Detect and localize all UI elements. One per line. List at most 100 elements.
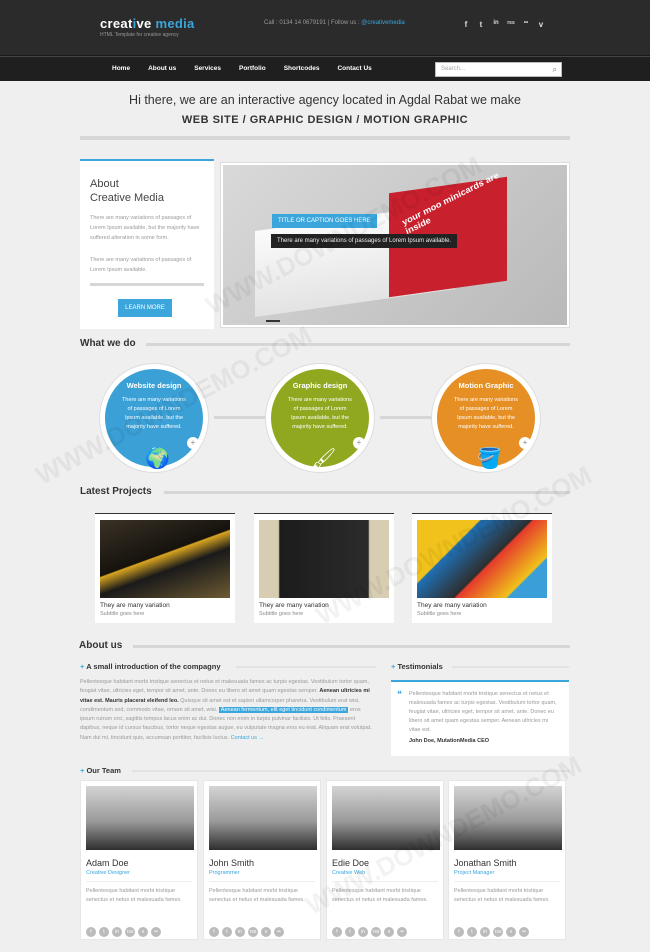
nav-services[interactable]: Services [194, 65, 221, 72]
service-text: There are many variations of passages of… [288, 397, 352, 430]
flickr-icon[interactable]: •• [397, 927, 407, 937]
contact-us-link[interactable]: Contact us → [231, 735, 264, 741]
slider-dot[interactable] [249, 320, 263, 322]
vimeo-icon[interactable]: v [384, 927, 394, 937]
globe-icon: 🌍 [145, 448, 170, 470]
service-text: There are many variations of passages of… [454, 397, 518, 430]
testimonial-author: John Doe, MutationMedia CEO [409, 738, 490, 744]
flickr-icon[interactable]: •• [522, 20, 530, 29]
team-underline [132, 770, 570, 772]
vimeo-icon[interactable]: v [138, 927, 148, 937]
about-box-divider [90, 283, 204, 286]
linkedin-icon[interactable]: in [358, 927, 368, 937]
nav-home[interactable]: Home [112, 65, 130, 72]
member-role: Programmer [209, 870, 315, 882]
testimonial-text: Pellentesque habitant morbi tristique se… [409, 691, 557, 733]
linkedin-icon[interactable]: in [112, 927, 122, 937]
top-bar: creative media HTML Template for creativ… [0, 0, 650, 56]
project-title[interactable]: They are many variation [417, 602, 547, 609]
flickr-icon[interactable]: •• [274, 927, 284, 937]
slider-dot-active[interactable] [266, 320, 280, 322]
project-thumbnail[interactable] [100, 520, 230, 598]
intro-text: Pellentesque habitant morbi tristique se… [80, 679, 372, 741]
project-title[interactable]: They are many variation [100, 602, 230, 609]
highlight-text: Aenean fermentum, elit eget tincidunt co… [218, 706, 349, 713]
facebook-icon[interactable]: f [454, 927, 464, 937]
plus-icon[interactable]: + [353, 437, 365, 449]
service-title: Motion Graphic [458, 381, 514, 390]
divider [80, 136, 570, 140]
twitter-icon[interactable]: t [477, 20, 485, 29]
team-member-card[interactable]: John Smith Programmer Pellentesque habit… [203, 780, 321, 940]
facebook-icon[interactable]: f [462, 20, 470, 29]
twitter-handle-link[interactable]: @creativemedia [361, 20, 404, 26]
circle-connector [214, 416, 268, 419]
rss-icon[interactable]: rss [371, 927, 381, 937]
learn-more-button[interactable]: LEARN MORE [118, 299, 172, 317]
logo[interactable]: creative media [100, 16, 195, 31]
member-bio: Pellentesque habitant morbi tristique se… [209, 888, 305, 903]
what-we-do-title: What we do [80, 338, 136, 349]
contact-info: Call : 0134 14 0679191 | Follow us : @cr… [264, 20, 405, 26]
testimonials-heading: + Testimonials [391, 662, 443, 671]
team-member-card[interactable]: Adam Doe Creative Designer Pellentesque … [80, 780, 198, 940]
slider-pagination [232, 320, 280, 322]
nav-contact[interactable]: Contact Us [337, 65, 371, 72]
nav-shortcodes[interactable]: Shortcodes [284, 65, 320, 72]
latest-projects-title: Latest Projects [80, 486, 152, 497]
about-box-text-2: There are many variations of passages of… [90, 257, 192, 273]
flickr-icon[interactable]: •• [519, 927, 529, 937]
twitter-icon[interactable]: t [99, 927, 109, 937]
testimonial-box: ❝ Pellentesque habitant morbi tristique … [391, 680, 569, 756]
paint-bucket-icon: 🪣 [477, 448, 502, 470]
social-links: f t in rss •• v [462, 20, 545, 29]
team-heading: + Our Team [80, 766, 121, 775]
section-divider [133, 645, 570, 648]
nav-about[interactable]: About us [148, 65, 176, 72]
service-motion-graphic[interactable]: Motion Graphic There are many variations… [432, 364, 540, 472]
twitter-icon[interactable]: t [345, 927, 355, 937]
service-title: Graphic design [292, 381, 348, 390]
member-role: Project Manager [454, 870, 560, 882]
tagline: HTML Template for creative agency [100, 32, 179, 38]
member-name: Jonathan Smith [454, 858, 517, 868]
plus-icon[interactable]: + [519, 437, 531, 449]
service-graphic-design[interactable]: Graphic design There are many variations… [266, 364, 374, 472]
project-card[interactable]: They are many variation Subtitle goes he… [95, 513, 235, 623]
member-social-icons: f t in rss v •• [332, 927, 407, 937]
rss-icon[interactable]: rss [493, 927, 503, 937]
twitter-icon[interactable]: t [467, 927, 477, 937]
logo-part-4: media [155, 16, 195, 31]
vimeo-icon[interactable]: v [537, 20, 545, 29]
testimonials-underline [452, 666, 569, 668]
member-bio: Pellentesque habitant morbi tristique se… [86, 888, 182, 903]
rss-icon[interactable]: rss [507, 20, 515, 29]
facebook-icon[interactable]: f [209, 927, 219, 937]
slider-dot[interactable] [232, 320, 246, 322]
facebook-icon[interactable]: f [86, 927, 96, 937]
brushes-icon: 🖌 [311, 448, 337, 470]
linkedin-icon[interactable]: in [480, 927, 490, 937]
member-social-icons: f t in rss v •• [86, 927, 161, 937]
vimeo-icon[interactable]: v [506, 927, 516, 937]
rss-icon[interactable]: rss [125, 927, 135, 937]
about-us-title: About us [79, 640, 123, 651]
member-role: Creative Designer [86, 870, 192, 882]
vimeo-icon[interactable]: v [261, 927, 271, 937]
contact-text: Call : 0134 14 0679191 | Follow us : [264, 20, 362, 26]
main-menu: Home About us Services Portfolio Shortco… [112, 65, 390, 72]
nav-portfolio[interactable]: Portfolio [239, 65, 266, 72]
linkedin-icon[interactable]: in [492, 20, 500, 29]
brand-name: MiniCards [433, 273, 472, 282]
flickr-icon[interactable]: •• [151, 927, 161, 937]
logo-part-1: creat [100, 16, 133, 31]
search-input[interactable]: Search... ⌕ [435, 62, 562, 77]
search-icon[interactable]: ⌕ [553, 65, 557, 75]
rss-icon[interactable]: rss [248, 927, 258, 937]
twitter-icon[interactable]: t [222, 927, 232, 937]
plus-icon[interactable]: + [187, 437, 199, 449]
intro-underline [236, 666, 376, 668]
facebook-icon[interactable]: f [332, 927, 342, 937]
quote-icon: ❝ [397, 689, 402, 699]
linkedin-icon[interactable]: in [235, 927, 245, 937]
